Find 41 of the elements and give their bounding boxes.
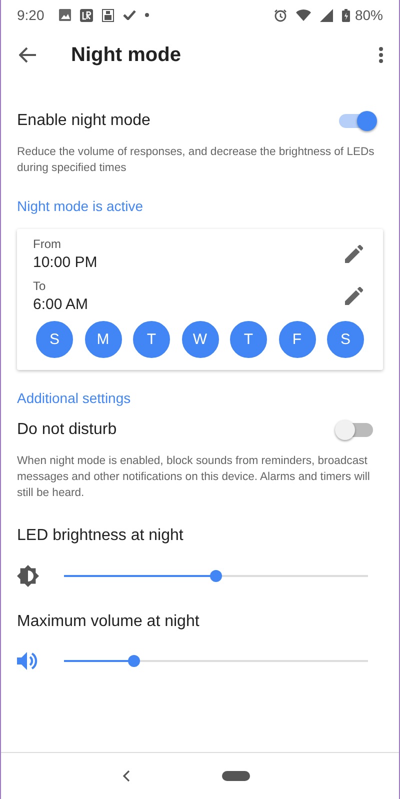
photo-icon <box>102 8 114 22</box>
status-text: Night mode is active <box>17 198 144 214</box>
dot-icon <box>145 13 150 17</box>
day-button[interactable]: S <box>327 321 364 358</box>
volume-icon <box>17 651 39 671</box>
day-button[interactable]: W <box>182 321 218 358</box>
slider-label: LED brightness at night <box>17 527 184 545</box>
section-heading: Additional settings <box>17 390 132 406</box>
back-nav-icon[interactable] <box>122 770 130 782</box>
slider-thumb[interactable] <box>128 655 140 667</box>
brightness-icon <box>17 565 39 587</box>
setting-label: Enable night mode <box>17 112 150 130</box>
setting-description: Reduce the volume of responses, and decrease the brightness of LEDs during specified times <box>17 145 376 176</box>
slider-label: Maximum volume at night <box>17 613 200 631</box>
back-button[interactable] <box>19 47 37 63</box>
battery-percent: 80% <box>354 7 383 23</box>
time-label: To <box>33 279 47 293</box>
day-button[interactable]: T <box>230 321 267 358</box>
alarm-icon <box>274 8 287 22</box>
time-value: 10:00 PM <box>33 254 98 271</box>
setting-label: Do not disturb <box>17 421 117 439</box>
image-icon <box>59 9 72 21</box>
battery-icon <box>342 8 350 22</box>
status-time: 9:20 <box>17 7 44 23</box>
setting-description: When night mode is enabled, block sounds from reminders, broadcast messages and other notifications on this device. Alarms and timers will still be heard. <box>17 454 371 501</box>
home-button[interactable] <box>222 771 250 781</box>
app-icon <box>80 8 94 22</box>
wifi-icon <box>296 9 311 21</box>
day-button[interactable]: S <box>36 321 73 358</box>
time-value: 6:00 AM <box>33 296 88 313</box>
day-button[interactable]: F <box>278 321 316 358</box>
day-button[interactable]: M <box>84 321 122 358</box>
edit-icon[interactable] <box>345 245 363 263</box>
more-options-icon[interactable] <box>379 47 383 63</box>
day-button[interactable]: T <box>133 321 170 358</box>
slider-thumb[interactable] <box>210 570 222 582</box>
signal-icon <box>320 8 333 22</box>
check-icon <box>123 10 136 20</box>
time-label: From <box>33 237 62 251</box>
edit-icon[interactable] <box>345 287 363 305</box>
screen-title: Night mode <box>71 44 181 66</box>
